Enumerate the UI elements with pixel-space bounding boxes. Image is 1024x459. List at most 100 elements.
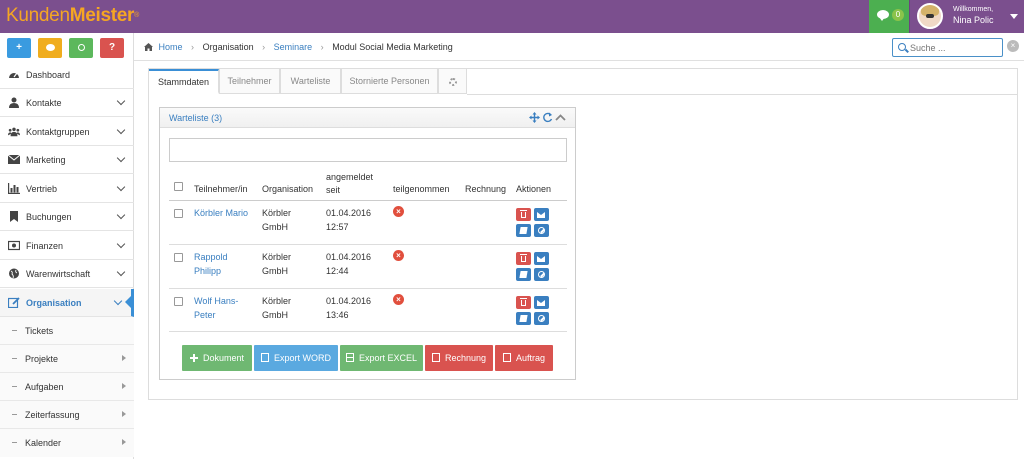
book-button[interactable]	[516, 312, 531, 325]
sidebar-item-warenwirtschaft[interactable]: Warenwirtschaft	[0, 260, 134, 288]
column-header-aktionen: Aktionen	[516, 184, 552, 194]
sidebar-subitem-tickets[interactable]: Tickets	[0, 317, 134, 345]
warteliste-panel: Warteliste (3) Teilnehmer/in Organisatio…	[159, 107, 576, 380]
group-icon	[8, 127, 20, 137]
add-document-button[interactable]: Dokument	[182, 345, 252, 371]
cancel-button[interactable]	[534, 224, 549, 237]
search-icon	[77, 43, 85, 51]
quick-search-button[interactable]	[69, 38, 93, 58]
chevron-right-icon: ›	[191, 42, 195, 52]
export-word-button[interactable]: Export WORD	[254, 345, 338, 371]
chevron-down-icon	[113, 296, 123, 306]
welcome-text: Willkommen,	[953, 6, 994, 13]
user-menu[interactable]: Willkommen, Nina Polic	[909, 0, 1024, 33]
row-checkbox[interactable]	[174, 297, 183, 306]
sidebar-item-vertrieb[interactable]: Vertrieb	[0, 175, 134, 203]
email-button[interactable]	[534, 252, 549, 265]
chat-icon	[45, 43, 55, 51]
tab-settings[interactable]	[438, 69, 467, 94]
panel-title: Warteliste (3)	[169, 113, 223, 123]
column-header-date[interactable]: angemeldet seit	[326, 172, 373, 196]
main-content: Stammdaten Teilnehmer Warteliste Stornie…	[148, 68, 1018, 400]
email-button[interactable]	[534, 208, 549, 221]
tab-teilnehmer[interactable]: Teilnehmer	[219, 69, 280, 94]
sidebar-subitem-projekte[interactable]: Projekte	[0, 345, 134, 373]
brand-logo[interactable]: KundenMeister®	[6, 5, 139, 27]
user-icon	[9, 97, 19, 108]
sidebar-subitem-kalender[interactable]: Kalender	[0, 429, 134, 457]
chevron-right-icon: ›	[320, 42, 324, 52]
chevron-down-icon	[116, 267, 126, 277]
chevron-right-icon: ›	[262, 42, 266, 52]
cancel-button[interactable]	[534, 268, 549, 281]
registered-date-cell: 01.04.2016 13:46	[326, 296, 372, 320]
panel-header: Warteliste (3)	[160, 108, 575, 128]
delete-button[interactable]	[516, 252, 531, 265]
sidebar-item-kontakte[interactable]: Kontakte	[0, 89, 134, 117]
tab-stornierte-personen[interactable]: Stornierte Personen	[341, 69, 438, 94]
row-checkbox[interactable]	[174, 253, 183, 262]
cancel-button[interactable]	[534, 312, 549, 325]
email-button[interactable]	[534, 296, 549, 309]
search-icon	[898, 43, 906, 51]
column-header-organisation[interactable]: Organisation	[262, 184, 313, 195]
refresh-icon[interactable]	[542, 112, 553, 123]
quick-chat-button[interactable]	[38, 38, 62, 58]
breadcrumb-seminare[interactable]: Seminare	[274, 42, 313, 52]
gear-icon	[448, 77, 457, 86]
breadcrumb-home[interactable]: Home	[159, 42, 183, 52]
sidebar-item-dashboard[interactable]: Dashboard	[0, 61, 134, 89]
ban-icon	[538, 271, 545, 278]
delete-button[interactable]	[516, 208, 531, 221]
caret-right-icon	[122, 411, 126, 417]
book-icon	[519, 315, 528, 322]
breadcrumb-bar: Home › Organisation › Seminare › Modul S…	[134, 33, 1024, 61]
sidebar-subitem-zeiterfassung[interactable]: Zeiterfassung	[0, 401, 134, 429]
chevron-down-icon	[116, 96, 126, 106]
book-button[interactable]	[516, 224, 531, 237]
bookmark-icon	[10, 211, 18, 222]
tab-warteliste[interactable]: Warteliste	[280, 69, 341, 94]
caret-right-icon	[122, 383, 126, 389]
search-input[interactable]	[910, 41, 1000, 54]
pdf-icon	[431, 353, 440, 362]
book-button[interactable]	[516, 268, 531, 281]
sidebar-subitem-aufgaben[interactable]: Aufgaben	[0, 373, 134, 401]
organisation-cell: Körbler GmbH	[262, 208, 292, 232]
order-button[interactable]: Auftrag	[495, 345, 553, 371]
export-excel-button[interactable]: Export EXCEL	[340, 345, 423, 371]
sidebar-item-finanzen[interactable]: Finanzen	[0, 232, 134, 260]
participant-name-link[interactable]: Rappold Philipp	[194, 251, 228, 277]
document-icon	[260, 353, 269, 362]
user-name: Nina Polic	[953, 15, 994, 25]
column-header-rechnung[interactable]: Rechnung	[465, 184, 506, 195]
move-icon[interactable]	[529, 112, 540, 123]
quick-add-button[interactable]: +	[7, 38, 31, 58]
participant-name-link[interactable]: Wolf Hans- Peter	[194, 295, 238, 321]
envelope-icon	[537, 256, 545, 262]
sidebar-item-kontaktgruppen[interactable]: Kontaktgruppen	[0, 118, 134, 146]
column-header-name[interactable]: Teilnehmer/in	[194, 184, 248, 195]
chevron-up-icon[interactable]	[555, 112, 566, 123]
chevron-down-icon	[116, 210, 126, 220]
registered-date-cell: 01.04.2016 12:44	[326, 252, 372, 276]
chat-notifications-button[interactable]: 0	[869, 0, 909, 33]
envelope-icon	[537, 300, 545, 306]
trash-icon	[520, 298, 527, 306]
select-all-checkbox[interactable]	[174, 182, 183, 191]
search-box	[892, 38, 1003, 57]
sidebar-item-buchungen[interactable]: Buchungen	[0, 203, 134, 231]
not-participated-icon: ×	[393, 206, 404, 217]
clear-search-button[interactable]: ×	[1007, 40, 1019, 52]
sidebar-item-organisation[interactable]: Organisation	[0, 289, 134, 317]
participant-name-link[interactable]: Körbler Mario	[194, 207, 248, 219]
tab-stammdaten[interactable]: Stammdaten	[149, 69, 219, 94]
sidebar-item-marketing[interactable]: Marketing	[0, 146, 134, 174]
delete-button[interactable]	[516, 296, 531, 309]
quick-help-button[interactable]: ?	[100, 38, 124, 58]
row-checkbox[interactable]	[174, 209, 183, 218]
column-header-teilgenommen[interactable]: teilgenommen	[393, 184, 450, 195]
table-filter-input[interactable]	[169, 138, 567, 162]
sidebar: + ? Dashboard Kontakte Kontaktgruppen Ma…	[0, 33, 134, 459]
invoice-button[interactable]: Rechnung	[425, 345, 493, 371]
